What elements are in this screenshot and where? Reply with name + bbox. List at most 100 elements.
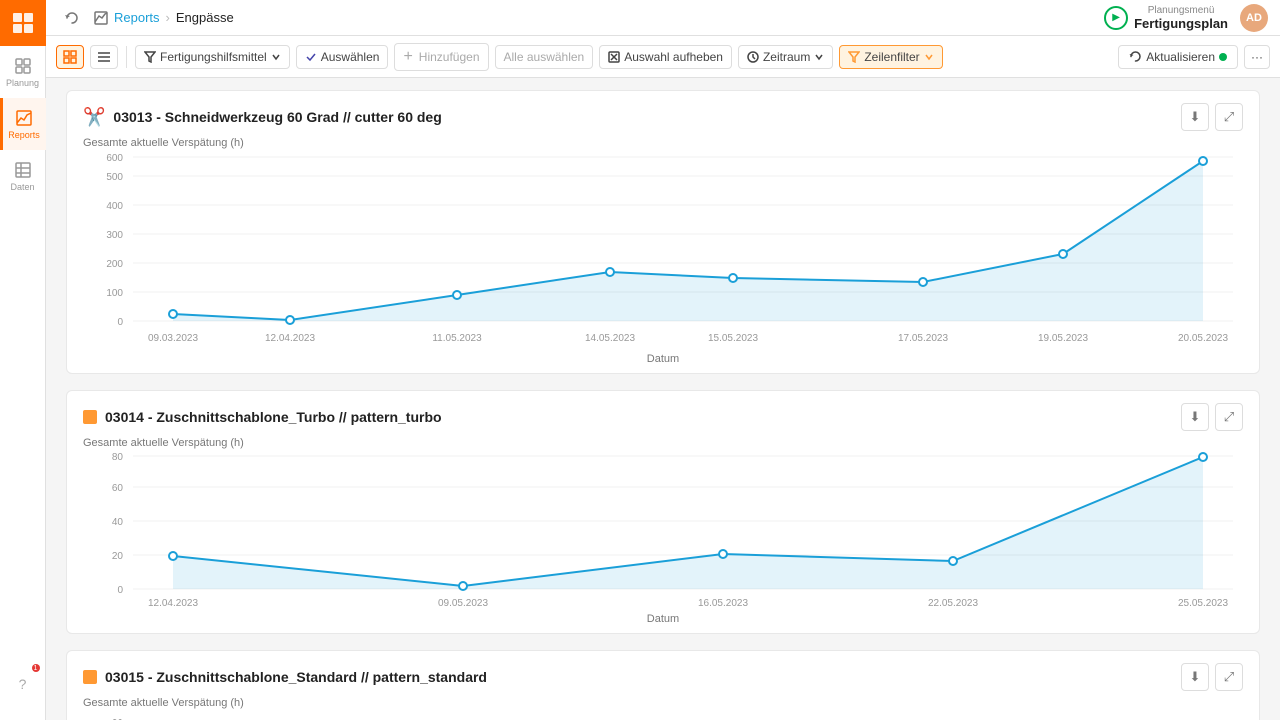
select-all-button[interactable]: Alle auswählen bbox=[495, 45, 594, 69]
svg-text:25.05.2023: 25.05.2023 bbox=[1178, 598, 1228, 609]
select-all-label: Alle auswählen bbox=[504, 50, 585, 64]
clear-selection-button[interactable]: Auswahl aufheben bbox=[599, 45, 732, 69]
svg-text:09.05.2023: 09.05.2023 bbox=[438, 598, 488, 609]
svg-text:12.04.2023: 12.04.2023 bbox=[148, 598, 198, 609]
chart-expand-button-3[interactable]: ⤢ bbox=[1215, 663, 1243, 691]
svg-text:0: 0 bbox=[117, 585, 123, 596]
chart-actions-1: ⬇ ⤢ bbox=[1181, 103, 1243, 131]
update-button[interactable]: Aktualisieren bbox=[1118, 45, 1238, 69]
breadcrumb-reports[interactable]: Reports bbox=[114, 10, 160, 25]
sidebar-item-reports-label: Reports bbox=[8, 130, 40, 140]
chart-y-label-1: Gesamte aktuelle Verspätung (h) bbox=[83, 137, 1243, 149]
clear-selection-label: Auswahl aufheben bbox=[624, 50, 723, 64]
svg-text:14.05.2023: 14.05.2023 bbox=[585, 333, 635, 344]
sidebar-item-planung[interactable]: Planung bbox=[0, 46, 46, 98]
svg-text:200: 200 bbox=[106, 259, 123, 270]
toolbar-separator-1 bbox=[126, 46, 127, 68]
select-button[interactable]: Auswählen bbox=[296, 45, 389, 69]
sidebar-item-planung-label: Planung bbox=[6, 78, 39, 88]
chart-area-2: 0 20 40 60 80 12.04.2023 bbox=[83, 451, 1243, 611]
svg-text:19.05.2023: 19.05.2023 bbox=[1038, 333, 1088, 344]
chart-header-3: 03015 - Zuschnittschablone_Standard // p… bbox=[83, 663, 1243, 691]
toolbar: Fertigungshilfsmittel Auswählen + Hinzuf… bbox=[46, 36, 1280, 78]
chart-title-2: 03014 - Zuschnittschablone_Turbo // patt… bbox=[83, 408, 442, 426]
chart-area-3: 0 5 10 15 20 0 bbox=[83, 711, 1243, 720]
chart-y-label-3: Gesamte aktuelle Verspätung (h) bbox=[83, 697, 1243, 709]
chart-header-1: ✂️ 03013 - Schneidwerkzeug 60 Grad // cu… bbox=[83, 103, 1243, 131]
sidebar-item-help[interactable]: ? 1 bbox=[0, 658, 46, 710]
topbar: Reports › Engpässe ▶ Planungsmenü Fertig… bbox=[46, 0, 1280, 36]
svg-text:22.05.2023: 22.05.2023 bbox=[928, 598, 978, 609]
chart-y-label-2: Gesamte aktuelle Verspätung (h) bbox=[83, 437, 1243, 449]
chart-icon-1: ✂️ bbox=[83, 107, 105, 128]
svg-text:0: 0 bbox=[117, 317, 123, 328]
chart-header-2: 03014 - Zuschnittschablone_Turbo // patt… bbox=[83, 403, 1243, 431]
svg-text:400: 400 bbox=[106, 201, 123, 212]
chart-area-1: 0 100 200 300 400 500 600 bbox=[83, 151, 1243, 351]
planning-menu-button[interactable]: ▶ Planungsmenü Fertigungsplan bbox=[1104, 5, 1228, 31]
row-filter-button[interactable]: Zeilenfilter bbox=[839, 45, 942, 69]
time-period-button[interactable]: Zeitraum bbox=[738, 45, 833, 69]
chart-title-3: 03015 - Zuschnittschablone_Standard // p… bbox=[83, 668, 487, 686]
svg-text:11.05.2023: 11.05.2023 bbox=[432, 333, 482, 344]
planning-menu-label: Planungsmenü bbox=[1134, 5, 1228, 16]
breadcrumb-current: Engpässe bbox=[176, 10, 234, 25]
planning-labels: Planungsmenü Fertigungsplan bbox=[1134, 5, 1228, 31]
play-icon: ▶ bbox=[1104, 6, 1128, 30]
view-grid-button[interactable] bbox=[56, 45, 84, 69]
more-icon: ··· bbox=[1251, 50, 1263, 64]
sidebar: Planung Reports Daten ? 1 bbox=[0, 0, 46, 720]
time-period-label: Zeitraum bbox=[763, 50, 810, 64]
svg-text:100: 100 bbox=[106, 288, 123, 299]
sidebar-item-reports[interactable]: Reports bbox=[0, 98, 46, 150]
svg-text:20: 20 bbox=[112, 716, 123, 720]
chart-download-button-2[interactable]: ⬇ bbox=[1181, 403, 1209, 431]
toolbar-right: Aktualisieren ··· bbox=[1118, 45, 1270, 69]
breadcrumb: Reports › Engpässe bbox=[94, 10, 234, 25]
more-button[interactable]: ··· bbox=[1244, 45, 1270, 69]
svg-text:40: 40 bbox=[112, 517, 124, 528]
svg-text:16.05.2023: 16.05.2023 bbox=[698, 598, 748, 609]
update-status-dot bbox=[1219, 53, 1227, 61]
chart-x-label-2: Datum bbox=[83, 613, 1243, 625]
svg-text:500: 500 bbox=[106, 172, 123, 183]
app-logo[interactable] bbox=[0, 0, 46, 46]
svg-text:15.05.2023: 15.05.2023 bbox=[708, 333, 758, 344]
chart-card-1: ✂️ 03013 - Schneidwerkzeug 60 Grad // cu… bbox=[66, 90, 1260, 374]
chart-title-1: ✂️ 03013 - Schneidwerkzeug 60 Grad // cu… bbox=[83, 107, 442, 128]
breadcrumb-separator: › bbox=[166, 10, 170, 25]
chart-download-button-1[interactable]: ⬇ bbox=[1181, 103, 1209, 131]
select-label: Auswählen bbox=[321, 50, 380, 64]
chart-icon-3 bbox=[83, 668, 97, 686]
svg-text:60: 60 bbox=[112, 483, 124, 494]
topbar-right: ▶ Planungsmenü Fertigungsplan AD bbox=[1104, 4, 1268, 32]
add-label: Hinzufügen bbox=[419, 50, 480, 64]
chart-expand-button-2[interactable]: ⤢ bbox=[1215, 403, 1243, 431]
main-content: Reports › Engpässe ▶ Planungsmenü Fertig… bbox=[46, 0, 1280, 720]
svg-text:20.05.2023: 20.05.2023 bbox=[1178, 333, 1228, 344]
chart-card-2: 03014 - Zuschnittschablone_Turbo // patt… bbox=[66, 390, 1260, 634]
chart-actions-3: ⬇ ⤢ bbox=[1181, 663, 1243, 691]
chart-icon-2 bbox=[83, 408, 97, 426]
svg-text:12.04.2023: 12.04.2023 bbox=[265, 333, 315, 344]
content-area: ✂️ 03013 - Schneidwerkzeug 60 Grad // cu… bbox=[46, 78, 1280, 720]
sidebar-item-daten[interactable]: Daten bbox=[0, 150, 46, 202]
view-list-button[interactable] bbox=[90, 45, 118, 69]
svg-text:20: 20 bbox=[112, 551, 124, 562]
chart-download-button-3[interactable]: ⬇ bbox=[1181, 663, 1209, 691]
planning-title: Fertigungsplan bbox=[1134, 16, 1228, 31]
sidebar-item-daten-label: Daten bbox=[10, 182, 34, 192]
avatar: AD bbox=[1240, 4, 1268, 32]
svg-text:80: 80 bbox=[112, 452, 124, 463]
chart-actions-2: ⬇ ⤢ bbox=[1181, 403, 1243, 431]
undo-button[interactable] bbox=[58, 6, 86, 30]
svg-text:09.03.2023: 09.03.2023 bbox=[148, 333, 198, 344]
chart-expand-button-1[interactable]: ⤢ bbox=[1215, 103, 1243, 131]
add-button[interactable]: + Hinzufügen bbox=[394, 43, 488, 71]
svg-text:17.05.2023: 17.05.2023 bbox=[898, 333, 948, 344]
row-filter-label: Zeilenfilter bbox=[864, 50, 919, 64]
chart-x-label-1: Datum bbox=[83, 353, 1243, 365]
svg-text:600: 600 bbox=[106, 153, 123, 164]
filter-label: Fertigungshilfsmittel bbox=[160, 50, 267, 64]
filter-button[interactable]: Fertigungshilfsmittel bbox=[135, 45, 290, 69]
